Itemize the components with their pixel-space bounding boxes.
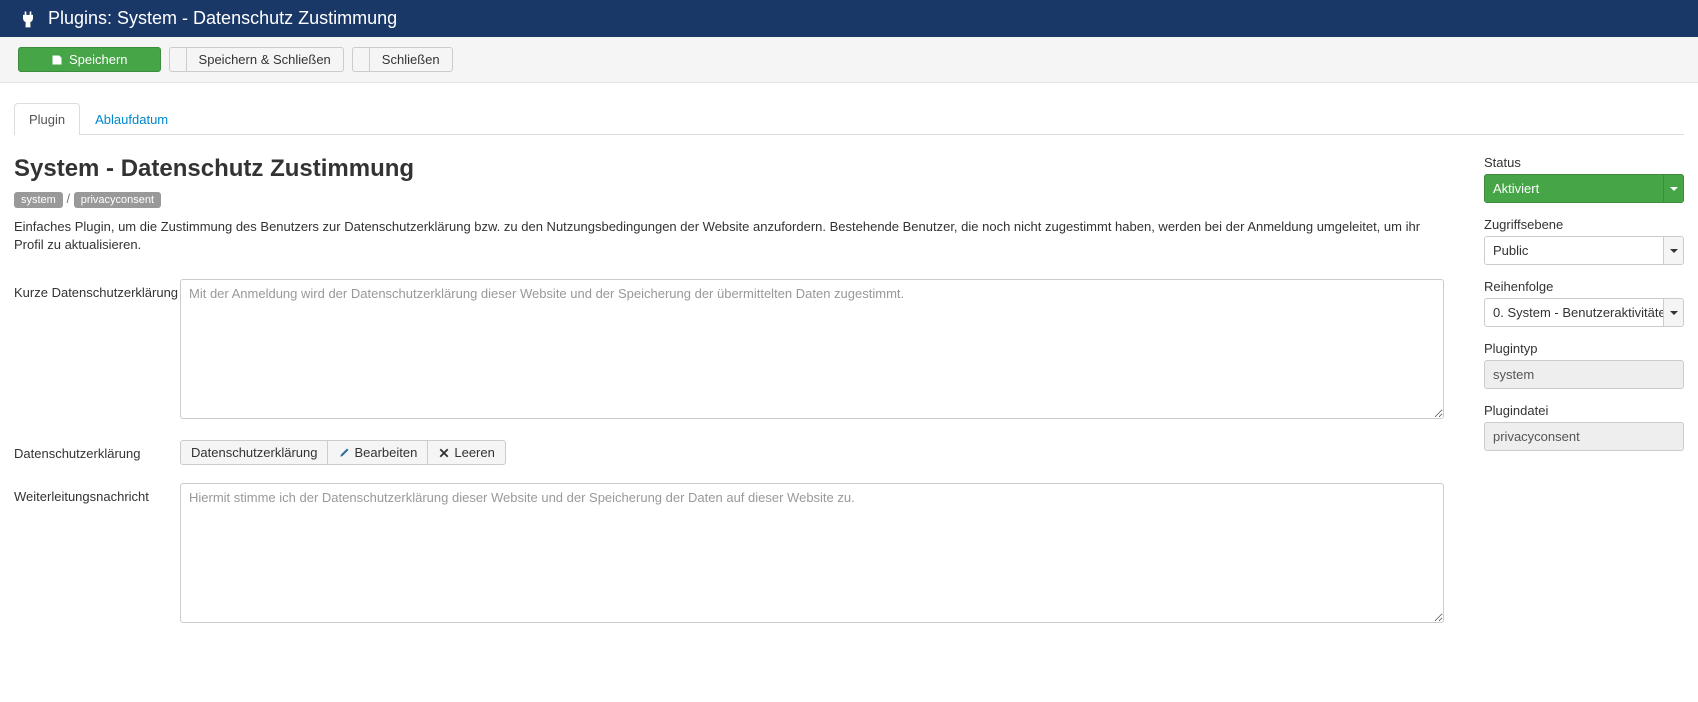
save-close-button[interactable]: Speichern & Schließen [169, 47, 344, 72]
access-label: Zugriffsebene [1484, 217, 1684, 232]
clear-button[interactable]: Leeren [428, 440, 505, 465]
privacy-article-value: Datenschutzerklärung [180, 440, 328, 465]
plugin-heading: System - Datenschutz Zustimmung [14, 155, 1444, 183]
redirect-message-textarea[interactable] [180, 483, 1444, 623]
pluginfile-value: privacyconsent [1484, 422, 1684, 451]
close-button[interactable]: Schließen [352, 47, 453, 72]
plug-icon [18, 9, 38, 29]
pencil-icon [338, 447, 350, 459]
tab-plugin[interactable]: Plugin [14, 103, 80, 135]
page-header: Plugins: System - Datenschutz Zustimmung [0, 0, 1698, 37]
ordering-select[interactable]: 0. System - Benutzeraktivitäten [1484, 298, 1684, 327]
pluginfile-label: Plugindatei [1484, 403, 1684, 418]
chevron-down-icon [1664, 236, 1684, 265]
edit-button[interactable]: Bearbeiten [328, 440, 428, 465]
tab-expiry[interactable]: Ablaufdatum [80, 103, 183, 135]
status-select[interactable]: Aktiviert [1484, 174, 1684, 203]
plugin-description: Einfaches Plugin, um die Zustimmung des … [14, 218, 1444, 254]
tabs: Plugin Ablaufdatum [14, 103, 1684, 135]
privacy-article-label: Datenschutzerklärung [14, 440, 180, 465]
access-select[interactable]: Public [1484, 236, 1684, 265]
short-privacy-textarea[interactable] [180, 279, 1444, 419]
x-icon [438, 447, 450, 459]
plugin-badges: system / privacyconsent [14, 191, 1444, 208]
toolbar: Speichern Speichern & Schließen Schließe… [0, 37, 1698, 83]
plugintype-value: system [1484, 360, 1684, 389]
badge-folder: system [14, 192, 63, 208]
page-title: Plugins: System - Datenschutz Zustimmung [48, 8, 397, 29]
ordering-label: Reihenfolge [1484, 279, 1684, 294]
status-label: Status [1484, 155, 1684, 170]
short-privacy-label: Kurze Datenschutzerklärung [14, 279, 180, 422]
save-button[interactable]: Speichern [18, 47, 161, 72]
pencil-square-icon [51, 54, 63, 66]
chevron-down-icon [1664, 174, 1684, 203]
chevron-down-icon [1664, 298, 1684, 327]
badge-element: privacyconsent [74, 192, 161, 208]
plugintype-label: Plugintyp [1484, 341, 1684, 356]
redirect-message-label: Weiterleitungsnachricht [14, 483, 180, 626]
